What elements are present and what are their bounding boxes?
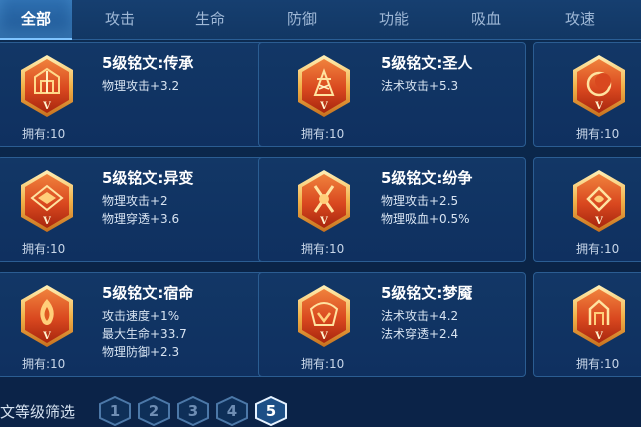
svg-text:V: V [319,101,328,112]
sage-rune-icon: V [295,53,353,119]
rune-card-mutation[interactable]: V 5级铭文:异变 物理攻击+2 物理穿透+3.6 拥有:10 [0,157,265,262]
rune-card-strife[interactable]: V 5级铭文:纷争 物理攻击+2.5 物理吸血+0.5% 拥有:10 [258,157,526,262]
svg-text:V: V [594,331,603,342]
owned-count: 拥有:10 [576,242,620,256]
svg-text:V: V [594,101,603,112]
svg-text:V: V [594,216,603,227]
rune-name: 5级铭文:圣人 [381,54,473,72]
svg-text:V: V [42,101,51,112]
inheritance-rune-icon: V [18,53,76,119]
rune-stat: 物理吸血+0.5% [381,212,470,226]
rune-stat: 物理防御+2.3 [102,345,180,359]
tab-all[interactable]: 全部 [0,0,72,40]
tab-health[interactable]: 生命 [170,0,250,40]
rune-name: 5级铭文:梦魇 [381,284,473,302]
gate-rune-icon: V [570,283,628,349]
nightmare-rune-icon: V [295,283,353,349]
rune-stat: 物理攻击+2.5 [381,194,459,208]
rune-name: 5级铭文:异变 [102,169,194,187]
tab-lifesteal[interactable]: 吸血 [446,0,526,40]
tab-function[interactable]: 功能 [354,0,434,40]
rune-stat: 法术穿透+2.4 [381,327,459,341]
rune-card-partial-2[interactable]: V 拥有:10 [533,157,641,262]
rune-stat: 法术攻击+5.3 [381,79,459,93]
rune-stat: 物理攻击+2 [102,194,168,208]
rune-name: 5级铭文:纷争 [381,169,473,187]
level-filter-5[interactable]: 5 [254,395,288,427]
crescent-rune-icon: V [570,53,628,119]
owned-count: 拥有:10 [22,127,66,141]
owned-count: 拥有:10 [576,357,620,371]
svg-text:V: V [42,216,51,227]
rune-name: 5级铭文:传承 [102,54,194,72]
level-filter-label: 文等级筛选 [0,403,76,421]
level-filter-2[interactable]: 2 [137,395,171,427]
svg-text:V: V [42,331,51,342]
owned-count: 拥有:10 [301,242,345,256]
level-filter-1[interactable]: 1 [98,395,132,427]
svg-text:V: V [319,331,328,342]
rune-stat: 攻击速度+1% [102,309,180,323]
level-number: 5 [265,402,277,420]
rune-card-destiny[interactable]: V 5级铭文:宿命 攻击速度+1% 最大生命+33.7 物理防御+2.3 拥有:… [0,272,265,377]
rune-stat: 物理穿透+3.6 [102,212,180,226]
owned-count: 拥有:10 [22,242,66,256]
rune-card-partial-3[interactable]: V 拥有:10 [533,272,641,377]
owned-count: 拥有:10 [301,127,345,141]
tab-attack[interactable]: 攻击 [80,0,160,40]
owned-count: 拥有:10 [576,127,620,141]
level-number: 2 [148,402,160,420]
destiny-rune-icon: V [18,283,76,349]
rune-stat: 物理攻击+3.2 [102,79,180,93]
level-filter-3[interactable]: 3 [176,395,210,427]
rune-card-nightmare[interactable]: V 5级铭文:梦魇 法术攻击+4.2 法术穿透+2.4 拥有:10 [258,272,526,377]
rune-card-sage[interactable]: V 5级铭文:圣人 法术攻击+5.3 拥有:10 [258,42,526,147]
level-number: 1 [109,402,121,420]
category-tab-bar: 全部 攻击 生命 防御 功能 吸血 攻速 [0,0,641,40]
tab-attack-speed[interactable]: 攻速 [540,0,620,40]
swirl-rune-icon: V [570,168,628,234]
level-number: 4 [226,402,238,420]
rune-stat: 最大生命+33.7 [102,327,187,341]
level-number: 3 [187,402,199,420]
rune-name: 5级铭文:宿命 [102,284,194,302]
mutation-rune-icon: V [18,168,76,234]
rune-card-inheritance[interactable]: V 5级铭文:传承 物理攻击+3.2 拥有:10 [0,42,265,147]
tab-defense[interactable]: 防御 [262,0,342,40]
level-filter-4[interactable]: 4 [215,395,249,427]
owned-count: 拥有:10 [301,357,345,371]
rune-card-partial-1[interactable]: V 拥有:10 [533,42,641,147]
svg-text:V: V [319,216,328,227]
rune-stat: 法术攻击+4.2 [381,309,459,323]
strife-rune-icon: V [295,168,353,234]
owned-count: 拥有:10 [22,357,66,371]
